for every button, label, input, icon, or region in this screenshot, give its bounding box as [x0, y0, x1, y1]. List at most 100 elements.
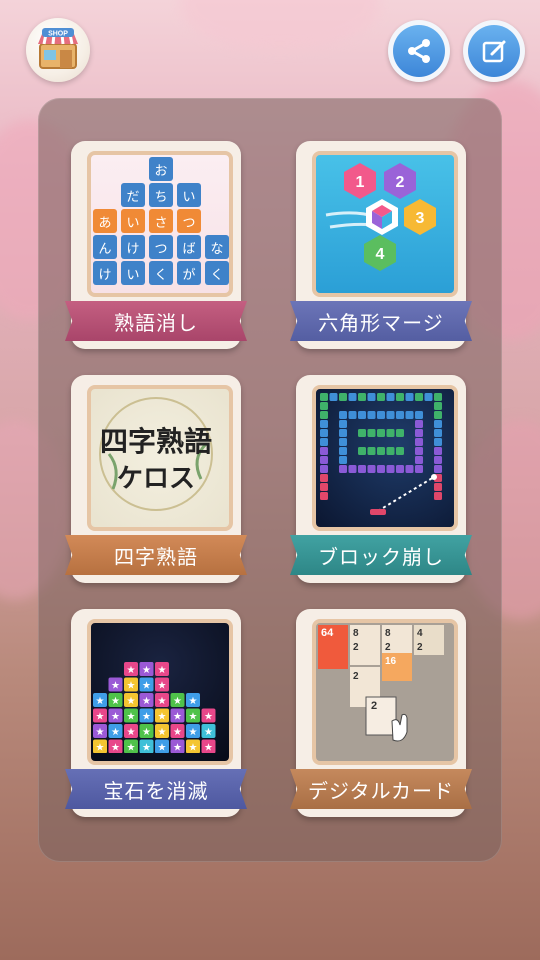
brick	[434, 465, 442, 473]
star-icon: ★	[189, 712, 198, 723]
star-icon: ★	[111, 712, 120, 723]
brick	[358, 429, 366, 437]
word-tile: お	[149, 157, 173, 181]
share-button[interactable]	[388, 20, 450, 82]
star-icon: ★	[142, 665, 151, 676]
star-icon: ★	[127, 712, 136, 723]
star-icon: ★	[142, 712, 151, 723]
game-title-digital: デジタルカード	[290, 769, 472, 809]
game-card-gems[interactable]: ★★★★★★★★★★★★★★★★★★★★★★★★★★★★★★★★★★★★★★★ …	[65, 609, 247, 817]
star-icon: ★	[158, 712, 167, 723]
edit-button[interactable]	[463, 20, 525, 82]
brick	[434, 420, 442, 428]
game-title-jukugo: 熟語消し	[65, 301, 247, 341]
brick	[320, 465, 328, 473]
brick	[396, 465, 404, 473]
brick	[320, 402, 328, 410]
star-icon: ★	[111, 681, 120, 692]
brick	[415, 411, 423, 419]
brick	[339, 411, 347, 419]
star-icon: ★	[142, 681, 151, 692]
brick	[377, 393, 385, 401]
brick	[339, 465, 347, 473]
brick	[386, 411, 395, 419]
brick	[320, 492, 328, 500]
word-tile: け	[93, 261, 117, 285]
word-tile: く	[205, 261, 229, 285]
brick	[348, 465, 357, 473]
brick	[339, 438, 347, 446]
brick	[415, 465, 423, 473]
brick	[339, 456, 347, 464]
brick	[415, 438, 423, 446]
brick	[415, 420, 423, 428]
brick	[358, 411, 366, 419]
brick	[434, 411, 442, 419]
brick	[434, 492, 442, 500]
brick	[434, 402, 442, 410]
game-card-hexagon[interactable]: 1 2 3 4 六角形マージ	[290, 141, 472, 349]
star-icon: ★	[158, 681, 167, 692]
star-icon: ★	[158, 727, 167, 738]
brick	[415, 429, 423, 437]
brick	[405, 465, 414, 473]
star-icon: ★	[189, 696, 198, 707]
star-icon: ★	[142, 743, 151, 754]
star-icon: ★	[204, 727, 213, 738]
brick	[320, 429, 328, 437]
word-tile: あ	[93, 209, 117, 233]
brick	[434, 456, 442, 464]
brick	[329, 393, 338, 401]
jukugo-thumbnail: おだちいあいさつんけつばなけいくがく	[87, 151, 233, 297]
svg-text:4: 4	[417, 628, 423, 639]
star-icon: ★	[111, 727, 120, 738]
shop-button[interactable]: SHOP	[26, 18, 90, 82]
svg-text:64: 64	[321, 627, 334, 639]
word-tile: つ	[149, 235, 173, 259]
svg-text:ケロス: ケロス	[117, 464, 195, 494]
game-card-digital[interactable]: 64 8 2 8 2 16 4 2 2 2 デジタルカード	[290, 609, 472, 817]
star-icon: ★	[127, 743, 136, 754]
brick	[377, 411, 385, 419]
brick	[320, 420, 328, 428]
star-icon: ★	[189, 727, 198, 738]
brick	[339, 429, 347, 437]
star-icon: ★	[96, 727, 105, 738]
word-tile: ば	[177, 235, 201, 259]
star-icon: ★	[96, 696, 105, 707]
brick	[434, 429, 442, 437]
game-title-gems: 宝石を消滅	[65, 769, 247, 809]
brick	[405, 393, 414, 401]
game-card-yoji[interactable]: 四字熟語 ケロス 四字熟語	[65, 375, 247, 583]
star-icon: ★	[158, 743, 167, 754]
brick	[358, 447, 366, 455]
share-icon	[408, 39, 430, 63]
svg-text:2: 2	[417, 642, 423, 653]
word-tile: ん	[93, 235, 117, 259]
svg-text:8: 8	[385, 628, 391, 639]
word-tile: さ	[149, 209, 173, 233]
star-icon: ★	[127, 665, 136, 676]
word-tile: い	[121, 261, 145, 285]
star-icon: ★	[111, 696, 120, 707]
star-icon: ★	[127, 681, 136, 692]
brick	[339, 447, 347, 455]
brick	[377, 465, 385, 473]
game-card-jukugo[interactable]: おだちいあいさつんけつばなけいくがく 熟語消し	[65, 141, 247, 349]
yoji-thumbnail: 四字熟語 ケロス	[87, 385, 233, 531]
svg-text:4: 4	[376, 246, 385, 263]
word-tile: な	[205, 235, 229, 259]
star-icon: ★	[96, 743, 105, 754]
game-card-breakout[interactable]: ブロック崩し	[290, 375, 472, 583]
star-icon: ★	[204, 712, 213, 723]
brick	[367, 411, 376, 419]
brick	[396, 447, 404, 455]
edit-icon	[482, 40, 506, 63]
brick	[348, 411, 357, 419]
game-title-yoji: 四字熟語	[65, 535, 247, 575]
star-icon: ★	[96, 712, 105, 723]
brick	[386, 393, 395, 401]
svg-text:16: 16	[385, 656, 397, 667]
star-icon: ★	[111, 743, 120, 754]
brick	[367, 447, 376, 455]
